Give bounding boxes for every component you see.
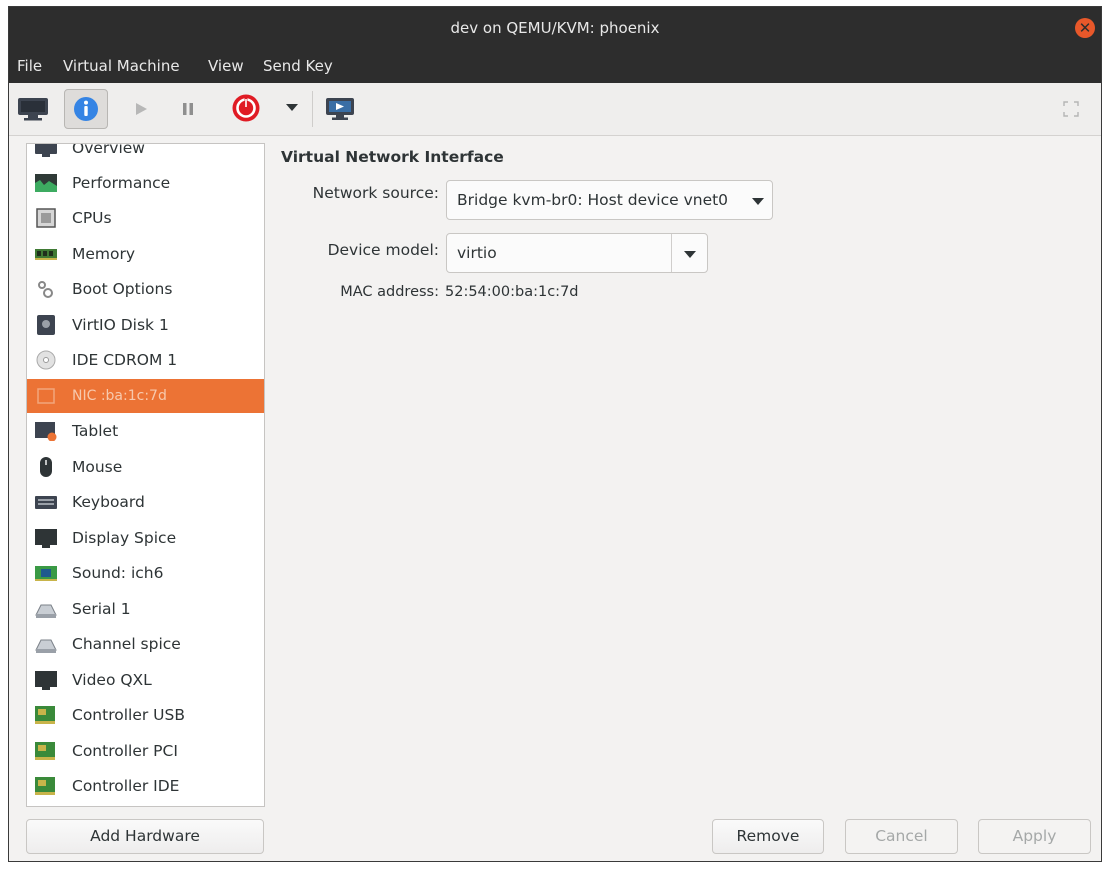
toolbar [9, 83, 1101, 136]
performance-graph-icon [35, 174, 57, 192]
list-item-label: NIC :ba:1c:7d [72, 388, 167, 404]
mouse-icon [40, 457, 52, 477]
list-item[interactable]: Channel spice [27, 627, 264, 661]
dropdown-icon[interactable] [281, 97, 303, 119]
vm-details-window: dev on QEMU/KVM: phoenix ✕ File Virtual … [8, 6, 1102, 862]
device-model-input[interactable]: virtio [457, 244, 667, 262]
list-item-selected[interactable]: NIC :ba:1c:7d [27, 379, 264, 413]
video-icon [35, 671, 57, 690]
pause-icon[interactable] [174, 95, 202, 123]
hardware-list[interactable]: Overview Performance CPUs Memory Boot Op… [26, 143, 265, 807]
disk-icon [37, 315, 55, 335]
info-icon [74, 97, 98, 121]
controller-card-icon [35, 706, 55, 724]
title-bar: dev on QEMU/KVM: phoenix ✕ [9, 7, 1101, 49]
list-item[interactable]: VirtIO Disk 1 [27, 308, 264, 342]
list-item[interactable]: Sound: ich6 [27, 556, 264, 590]
list-item-label: Tablet [72, 422, 119, 440]
list-item[interactable]: Keyboard [27, 485, 264, 519]
cancel-button[interactable]: Cancel [845, 819, 958, 854]
list-item[interactable]: Mouse [27, 450, 264, 484]
list-item[interactable]: Tablet [27, 414, 264, 448]
resize-icon[interactable] [1059, 97, 1083, 121]
chevron-down-icon[interactable] [684, 251, 696, 258]
menu-view[interactable]: View [208, 57, 244, 75]
network-card-icon [37, 388, 55, 404]
console-icon[interactable] [15, 92, 51, 126]
monitor-icon [35, 144, 57, 157]
list-item[interactable]: Overview [27, 143, 264, 165]
window-title: dev on QEMU/KVM: phoenix [450, 19, 660, 37]
power-icon[interactable] [229, 91, 263, 125]
controller-card-icon [35, 777, 55, 795]
list-item-label: Mouse [72, 458, 123, 476]
channel-icon [35, 639, 57, 653]
menu-virtual-machine[interactable]: Virtual Machine [63, 57, 180, 75]
menu-send-key[interactable]: Send Key [263, 57, 333, 75]
list-item-label: Keyboard [72, 493, 145, 511]
list-item-label: Overview [72, 143, 145, 157]
list-item-label: Serial 1 [72, 600, 131, 618]
tablet-icon [35, 422, 57, 441]
list-item-label: CPUs [72, 209, 112, 227]
memory-stick-icon [35, 249, 57, 260]
list-item[interactable]: IDE CDROM 1 [27, 343, 264, 377]
list-item[interactable]: Controller IDE [27, 769, 264, 803]
serial-port-icon [35, 604, 57, 618]
list-item-label: VirtIO Disk 1 [72, 316, 169, 334]
chevron-down-icon [752, 198, 764, 205]
list-item-label: Performance [72, 174, 171, 192]
cpu-chip-icon [36, 208, 56, 228]
cdrom-icon [36, 350, 56, 370]
add-hardware-button[interactable]: Add Hardware [26, 819, 264, 854]
list-item[interactable]: Performance [27, 166, 264, 200]
controller-card-icon [35, 742, 55, 760]
list-item-label: Boot Options [72, 280, 173, 298]
list-item[interactable]: Controller USB [27, 698, 264, 732]
list-item[interactable]: Video QXL [27, 663, 264, 697]
list-item-label: Sound: ich6 [72, 564, 164, 582]
gears-icon [38, 281, 53, 298]
list-item-label: Channel spice [72, 635, 181, 653]
list-item[interactable]: Boot Options [27, 272, 264, 306]
details-toggle-button[interactable] [64, 89, 108, 129]
apply-button[interactable]: Apply [978, 819, 1091, 854]
list-item[interactable]: CPUs [27, 201, 264, 235]
network-source-value: Bridge kvm-br0: Host device vnet0 [457, 191, 729, 209]
list-item-label: Controller USB [72, 706, 185, 724]
close-icon[interactable]: ✕ [1075, 18, 1095, 38]
list-item-label: IDE CDROM 1 [72, 351, 178, 369]
list-item-label: Controller PCI [72, 742, 178, 760]
fullscreen-console-icon[interactable] [323, 92, 357, 126]
list-item[interactable]: Serial 1 [27, 592, 264, 626]
mac-address-value: 52:54:00:ba:1c:7d [445, 284, 579, 300]
sound-card-icon [35, 566, 57, 581]
keyboard-icon [35, 496, 57, 509]
list-item[interactable]: Controller PCI [27, 734, 264, 768]
network-source-select[interactable]: Bridge kvm-br0: Host device vnet0 [446, 180, 773, 220]
menu-file[interactable]: File [17, 57, 42, 75]
list-item-label: Display Spice [72, 529, 177, 547]
section-title: Virtual Network Interface [281, 148, 504, 166]
mac-address-label: MAC address: [340, 284, 439, 300]
toolbar-separator [312, 91, 313, 127]
remove-button[interactable]: Remove [712, 819, 824, 854]
display-icon [35, 529, 57, 548]
list-item[interactable]: Display Spice [27, 521, 264, 555]
device-model-label: Device model: [327, 241, 439, 259]
list-item-label: Controller IDE [72, 777, 180, 795]
combo-divider [671, 234, 672, 272]
play-icon[interactable] [127, 95, 155, 123]
list-item[interactable]: Memory [27, 237, 264, 271]
list-item-label: Memory [72, 245, 136, 263]
list-item-label: Video QXL [72, 671, 152, 689]
menu-bar: File Virtual Machine View Send Key [9, 49, 1101, 83]
device-model-combo[interactable]: virtio [446, 233, 708, 273]
network-source-label: Network source: [312, 184, 439, 202]
